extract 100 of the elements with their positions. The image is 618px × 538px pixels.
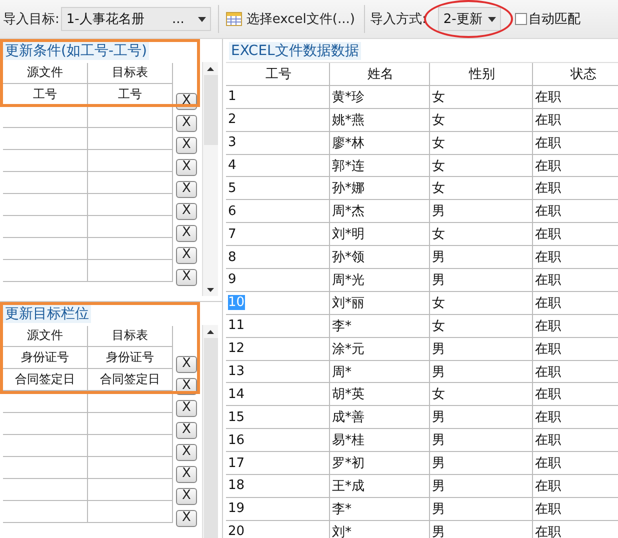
table-cell: 6 bbox=[228, 204, 236, 219]
scrollbar[interactable] bbox=[202, 62, 218, 296]
table-cell-text: 女 bbox=[432, 226, 445, 244]
column-header: 源文件 bbox=[3, 326, 88, 346]
table-cell-text: 孙*领 bbox=[332, 249, 364, 266]
table-cell-text: 女 bbox=[432, 88, 445, 106]
table-cell-text: 刘*明 bbox=[332, 226, 364, 244]
table-cell-text: 女 bbox=[432, 294, 445, 312]
table-cell: 11 bbox=[228, 318, 245, 334]
scroll-down-icon[interactable] bbox=[207, 288, 214, 292]
table-cell-text: 成*善 bbox=[332, 409, 364, 426]
table-cell-text: 女 bbox=[432, 158, 445, 174]
column-header: 姓名 bbox=[330, 63, 430, 86]
remove-button[interactable]: X bbox=[176, 268, 197, 286]
table-cell: 14 bbox=[228, 386, 245, 402]
table-cell-text: 男 bbox=[432, 500, 445, 518]
scroll-up-icon[interactable] bbox=[207, 330, 214, 334]
table-cell: 4 bbox=[228, 158, 236, 173]
table-cell-text: 胡*英 bbox=[332, 386, 364, 404]
table-cell-text: 涂*元 bbox=[332, 340, 364, 358]
column-header: 状态 bbox=[533, 63, 618, 86]
remove-button[interactable]: X bbox=[176, 488, 197, 504]
table-cell-text: 周*光 bbox=[332, 272, 364, 289]
table-cell-text: 男 bbox=[432, 364, 445, 381]
table-cell: 2 bbox=[228, 112, 236, 128]
target-dropdown[interactable]: 1-人事花名册 ... bbox=[61, 7, 212, 31]
table-cell-text: 在职 bbox=[535, 364, 561, 381]
table-cell-text: 在职 bbox=[535, 340, 561, 358]
table-cell-text: 男 bbox=[432, 340, 445, 358]
table-cell: 13 bbox=[228, 364, 245, 380]
remove-button[interactable]: X bbox=[176, 136, 197, 154]
remove-button[interactable]: X bbox=[176, 114, 197, 132]
remove-button[interactable]: X bbox=[176, 466, 197, 482]
column-header: 源文件 bbox=[3, 62, 88, 84]
column-header: 工号 bbox=[226, 63, 330, 86]
spreadsheet-icon bbox=[226, 12, 242, 26]
table-cell: 8 bbox=[228, 250, 236, 265]
panel-title: 更新目标栏位 bbox=[3, 305, 91, 323]
table-cell-text: 郭*连 bbox=[332, 158, 364, 174]
table-cell: 合同签定日 bbox=[3, 369, 88, 391]
table-cell: 1 bbox=[228, 89, 236, 104]
remove-button[interactable]: X bbox=[176, 356, 197, 372]
table-cell-text: 在职 bbox=[535, 249, 561, 266]
table-cell-text: 在职 bbox=[535, 386, 561, 404]
table-cell-text: 男 bbox=[432, 478, 445, 495]
table-cell-text: 黄*珍 bbox=[332, 88, 364, 106]
table-cell-text: 在职 bbox=[535, 180, 561, 198]
remove-button[interactable]: X bbox=[176, 444, 197, 460]
table-cell-text: 姚*燕 bbox=[332, 112, 364, 129]
scrollbar[interactable] bbox=[202, 325, 218, 538]
table-cell-text: 李* bbox=[332, 318, 352, 335]
table-cell-text: 在职 bbox=[535, 294, 561, 312]
panel-title: 更新条件(如工号-工号) bbox=[3, 42, 149, 60]
table-cell: 18 bbox=[228, 478, 245, 494]
auto-match-checkbox[interactable]: 自动匹配 bbox=[515, 10, 580, 28]
select-file-button[interactable]: 选择excel文件(...) bbox=[224, 8, 357, 30]
table-cell: 12 bbox=[228, 341, 245, 356]
column-header: 性别 bbox=[430, 63, 533, 86]
table-cell-text: 廖*林 bbox=[332, 134, 364, 152]
remove-button[interactable]: X bbox=[176, 400, 197, 416]
table-cell: 工号 bbox=[88, 84, 173, 106]
table-cell-text: 在职 bbox=[535, 500, 561, 518]
table-cell-text: 男 bbox=[432, 249, 445, 266]
table-cell: 身份证号 bbox=[3, 347, 88, 369]
table-cell-text: 周* bbox=[332, 364, 352, 381]
mode-dropdown[interactable]: 2-更新 bbox=[438, 7, 502, 31]
table-cell: 16 bbox=[228, 432, 245, 448]
table-cell-text: 刘*丽 bbox=[332, 294, 364, 312]
table-cell: 工号 bbox=[3, 84, 88, 106]
column-header: 目标表 bbox=[88, 62, 173, 84]
caret-icon bbox=[488, 16, 496, 22]
table-cell-text: 在职 bbox=[535, 203, 561, 220]
table-cell-text: 在职 bbox=[535, 134, 561, 152]
remove-button[interactable]: X bbox=[176, 158, 197, 176]
table-cell: 合同签定日 bbox=[88, 369, 173, 391]
table-cell-text: 在职 bbox=[535, 409, 561, 426]
remove-button[interactable]: X bbox=[176, 422, 197, 438]
column-header: 目标表 bbox=[88, 326, 173, 346]
table-cell-text: 在职 bbox=[535, 432, 561, 450]
table-cell-text: 在职 bbox=[535, 112, 561, 129]
table-cell-text: 在职 bbox=[535, 226, 561, 244]
table-cell: 身份证号 bbox=[88, 347, 173, 369]
table-cell-text: 女 bbox=[432, 180, 445, 198]
table-cell-text: 女 bbox=[432, 134, 445, 152]
scroll-up-icon[interactable] bbox=[207, 67, 214, 71]
table-cell-text: 在职 bbox=[535, 478, 561, 495]
table-cell-text: 在职 bbox=[535, 318, 561, 335]
table-cell: 20 bbox=[228, 524, 245, 538]
table-cell: 7 bbox=[228, 226, 236, 242]
remove-button[interactable]: X bbox=[176, 224, 197, 242]
table-cell-text: 刘* bbox=[332, 524, 352, 538]
remove-button[interactable]: X bbox=[176, 510, 197, 526]
table-cell: 9 bbox=[228, 272, 236, 288]
remove-button[interactable]: X bbox=[176, 180, 197, 198]
table-cell-text: 周*杰 bbox=[332, 203, 364, 220]
remove-button[interactable]: X bbox=[176, 202, 197, 220]
remove-button[interactable]: X bbox=[176, 246, 197, 264]
table-cell: 10 bbox=[228, 295, 245, 310]
table-cell-text: 男 bbox=[432, 524, 445, 538]
table-cell-text: 在职 bbox=[535, 158, 561, 174]
